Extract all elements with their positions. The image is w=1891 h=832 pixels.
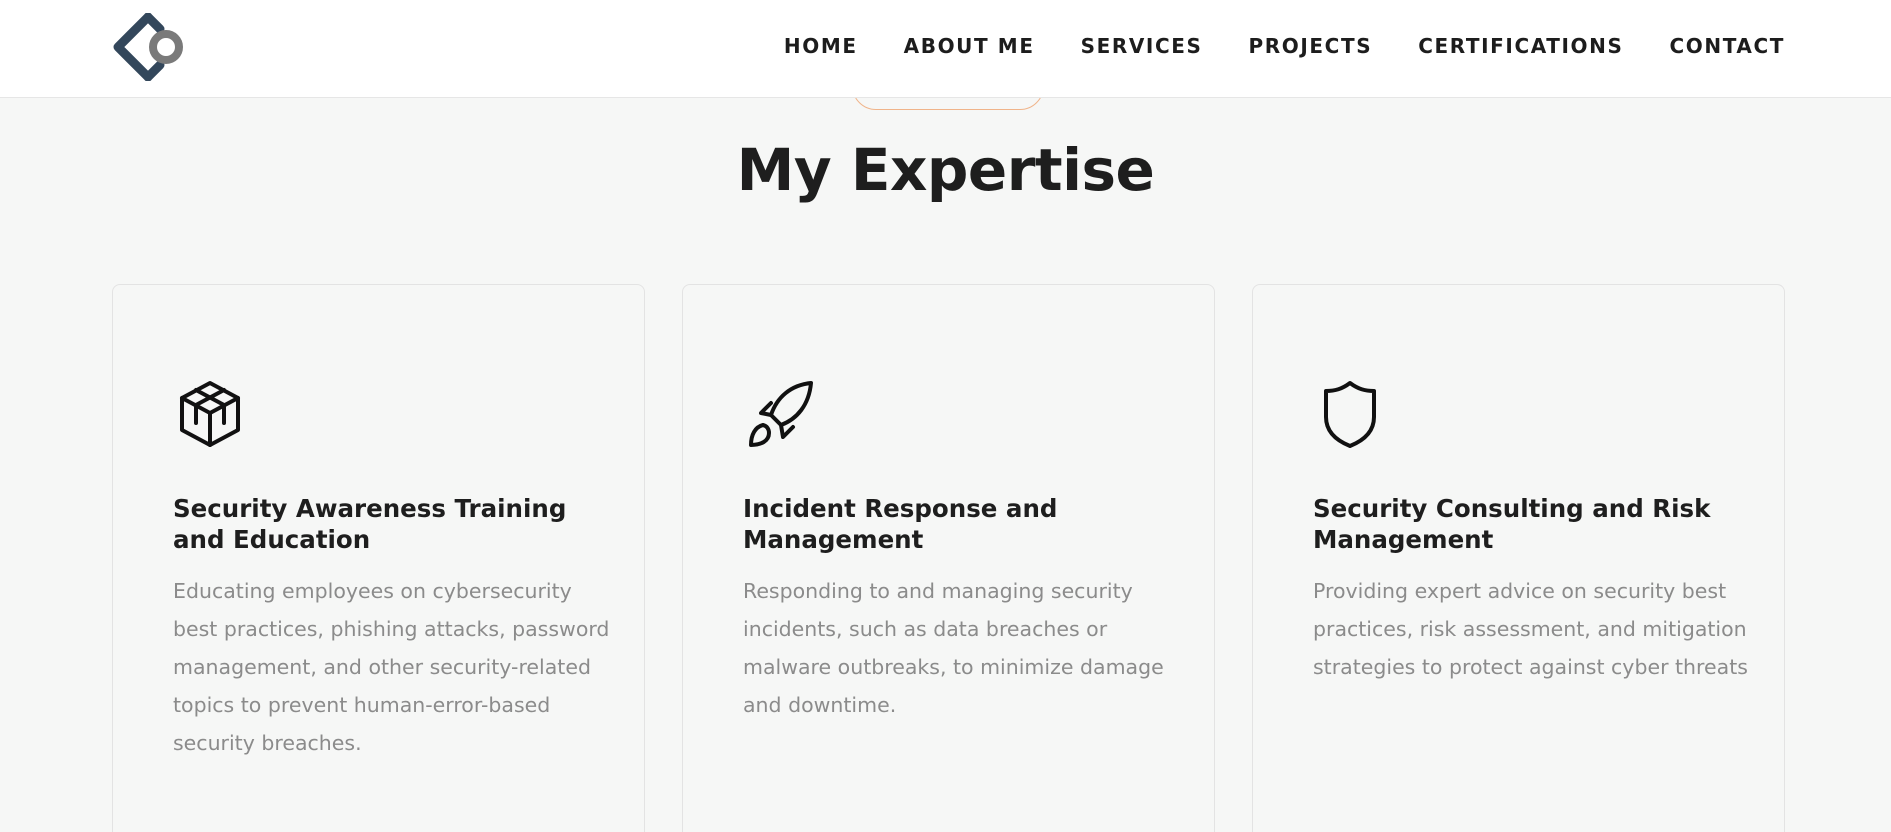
card-title: Security Consulting and Risk Management — [1313, 494, 1711, 554]
nav-about-me[interactable]: ABOUT ME — [904, 34, 1035, 58]
nav-projects[interactable]: PROJECTS — [1249, 34, 1373, 58]
nav-home[interactable]: HOME — [784, 34, 858, 58]
rocket-icon — [747, 379, 813, 449]
cube-icon — [177, 379, 243, 449]
main-nav: HOME ABOUT ME SERVICES PROJECTS CERTIFIC… — [784, 0, 1785, 92]
card-description: Providing expert advice on security best… — [1313, 579, 1748, 679]
section-title: My Expertise — [736, 136, 1155, 204]
service-card-security-consulting: Security Consulting and Risk Management … — [1252, 284, 1785, 832]
nav-services[interactable]: SERVICES — [1081, 34, 1203, 58]
service-card-security-awareness: Security Awareness Training and Educatio… — [112, 284, 645, 832]
nav-certifications[interactable]: CERTIFICATIONS — [1418, 34, 1623, 58]
nav-contact[interactable]: CONTACT — [1669, 34, 1785, 58]
card-title: Security Awareness Training and Educatio… — [173, 494, 567, 554]
shield-icon — [1317, 379, 1383, 449]
brand-logo-icon[interactable] — [110, 12, 190, 82]
site-header: HOME ABOUT ME SERVICES PROJECTS CERTIFIC… — [0, 0, 1891, 98]
service-card-incident-response: Incident Response and Management Respond… — [682, 284, 1215, 832]
card-description: Educating employees on cybersecurity bes… — [173, 579, 610, 755]
card-description: Responding to and managing security inci… — [743, 579, 1164, 717]
card-title: Incident Response and Management — [743, 494, 1058, 554]
